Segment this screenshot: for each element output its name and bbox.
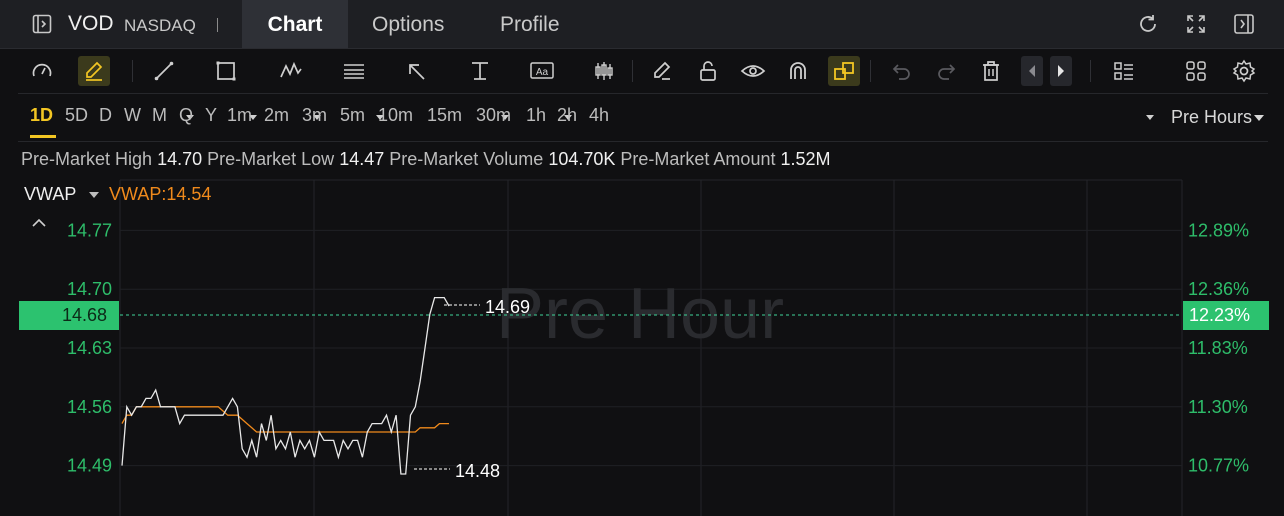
indicator-name[interactable]: VWAP: [24, 184, 76, 205]
y-tick-label-left: 14.63: [67, 338, 112, 358]
y-axis-left: 14.77 14.70 14.63 14.56 14.49: [67, 220, 112, 475]
y-tick-label-right: 12.89%: [1188, 220, 1249, 240]
y-tick-label-left: 14.49: [67, 456, 112, 476]
low-label: 14.48: [455, 461, 501, 481]
last-price-label: 14.68: [62, 305, 108, 325]
indicator-value: VWAP:14.54: [109, 184, 212, 204]
y-tick-label-right: 11.83%: [1188, 338, 1248, 358]
price-chart[interactable]: Pre Hour 14.77 14.70 14.63 14.56 14.49 12.89…: [0, 0, 1284, 516]
y-tick-label-left: 14.70: [67, 279, 112, 299]
high-label: 14.69: [485, 297, 531, 317]
y-tick-label-right: 12.36%: [1188, 279, 1249, 299]
chevron-down-icon[interactable]: [89, 192, 99, 198]
y-axis-right: 12.89% 12.36% 11.83% 11.30% 10.77%: [1188, 220, 1249, 475]
chevron-up-icon[interactable]: [30, 216, 48, 230]
y-tick-label-left: 14.56: [67, 397, 112, 417]
y-tick-label-right: 11.30%: [1188, 397, 1248, 417]
vwap-line: [121, 406, 449, 433]
y-tick-label-right: 10.77%: [1188, 456, 1249, 476]
watermark: Pre Hour: [496, 274, 784, 354]
last-change-label: 12.23%: [1189, 305, 1251, 325]
y-tick-label-left: 14.77: [67, 220, 112, 240]
price-line: [121, 296, 450, 475]
